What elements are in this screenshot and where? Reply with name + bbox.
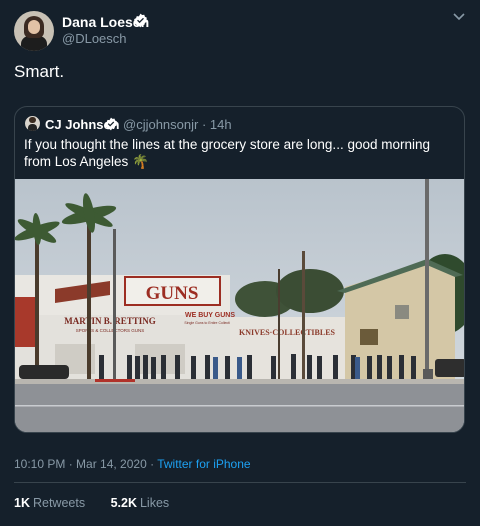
quoted-tweet-text: If you thought the lines at the grocery … bbox=[24, 137, 430, 169]
quoted-time: 14h bbox=[209, 117, 232, 132]
quoted-tweet-photo[interactable]: GUNS WE BUY GUNS Single Guns to Entire C… bbox=[15, 179, 464, 432]
store-sign-knives: KNIVES·COLLECTIBLES bbox=[239, 328, 336, 337]
store-sign-buy-sub: Single Guns to Entire Collections bbox=[184, 321, 235, 325]
chevron-down-icon[interactable] bbox=[452, 12, 466, 22]
quoted-tweet[interactable]: CJ Johnson @cjjohnsonjr · 14h If you tho… bbox=[14, 106, 465, 433]
tweet-client-link[interactable]: Twitter for iPhone bbox=[157, 457, 250, 471]
tweet-stats: 1K Retweets 5.2K Likes bbox=[14, 496, 191, 510]
store-sign-name-sub: SPORTS & COLLECTORS GUNS bbox=[76, 328, 145, 333]
store-sign-name: MARTIN B. RETTING bbox=[64, 316, 155, 326]
author-avatar[interactable] bbox=[14, 11, 54, 51]
verified-badge-icon bbox=[134, 13, 147, 28]
verified-badge-icon bbox=[105, 117, 117, 131]
author-handle[interactable]: @DLoesch bbox=[62, 31, 127, 46]
store-sign-guns: GUNS bbox=[146, 283, 199, 304]
tweet-timestamp[interactable]: 10:10 PM · Mar 14, 2020 · Twitter for iP… bbox=[14, 457, 251, 471]
tweet-text: Smart. bbox=[14, 62, 65, 81]
divider bbox=[14, 482, 466, 483]
retweets-count[interactable]: 1K Retweets bbox=[14, 496, 85, 510]
store-sign-buy: WE BUY GUNS bbox=[185, 312, 235, 319]
quoted-author-avatar bbox=[25, 116, 40, 131]
likes-count[interactable]: 5.2K Likes bbox=[111, 496, 170, 510]
quoted-author-handle: @cjjohnsonjr · 14h bbox=[123, 117, 232, 132]
